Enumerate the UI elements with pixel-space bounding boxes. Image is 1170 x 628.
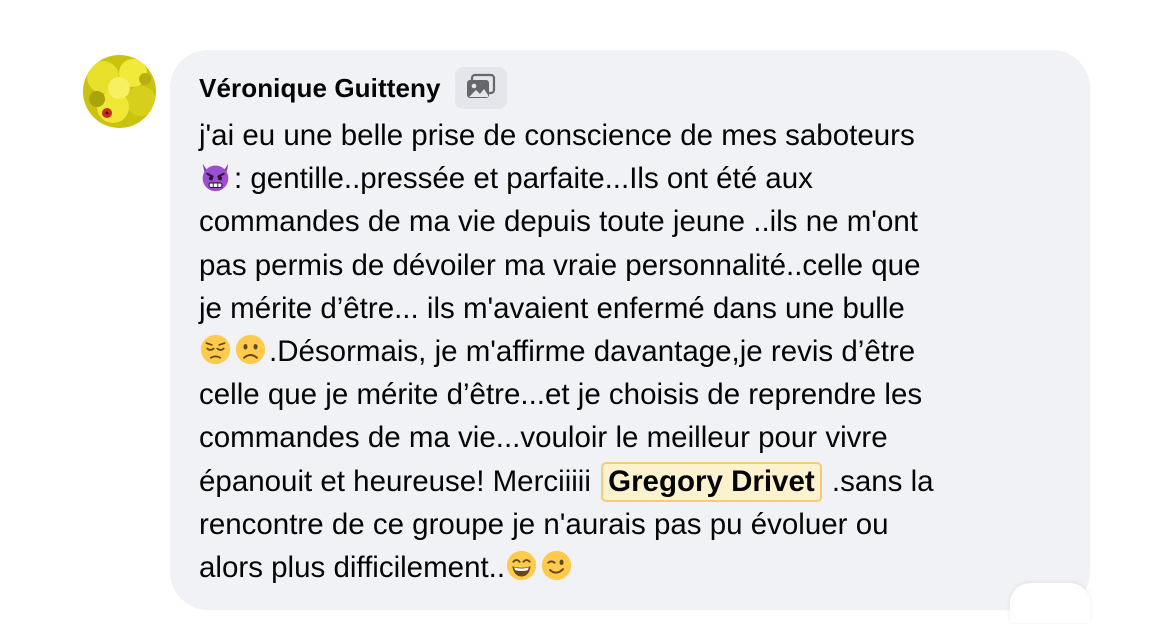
comment-line: celle que je mérite d’être...et je chois…	[199, 378, 923, 412]
comment-line: rencontre de ce groupe je n'aurais pas p…	[199, 507, 889, 541]
comment-line-text: alors plus difficilement..	[199, 550, 506, 584]
comment-body: j'ai eu une belle prise de conscience de…	[199, 114, 1079, 589]
comment-line-text: : gentille..pressée et parfaite...Ils on…	[234, 162, 813, 196]
reaction-summary-peek[interactable]	[1010, 583, 1090, 623]
comment-line: j'ai eu une belle prise de conscience de…	[199, 119, 915, 152]
comment-line-text: épanouit et heureuse! Merciiiii	[199, 464, 591, 498]
comment-line: épanouit et heureuse! Merciiiii Gregory …	[199, 460, 1079, 503]
comment-line: .Désormais, je m'affirme davantage,je re…	[199, 330, 1079, 373]
image-badge-glyph	[466, 73, 495, 98]
avatar-image	[83, 55, 156, 128]
winking-face-emoji	[541, 550, 572, 581]
image-badge-icon[interactable]	[454, 67, 507, 109]
author-avatar[interactable]	[83, 55, 156, 128]
comment-header: Véronique Guitteny	[199, 67, 507, 109]
comment-line: pas permis de dévoiler ma vraie personna…	[199, 248, 921, 282]
angry-devil-emoji	[202, 163, 229, 192]
grinning-face-emoji	[506, 550, 537, 581]
comment-line: je mérite d’être... ils m'avaient enferm…	[199, 291, 905, 325]
comment-line: commandes de ma vie depuis toute jeune .…	[199, 205, 918, 239]
comment-line: commandes de ma vie...vouloir le meilleu…	[199, 421, 888, 455]
comment-line: : gentille..pressée et parfaite...Ils on…	[199, 157, 1079, 200]
author-name[interactable]: Véronique Guitteny	[199, 73, 441, 104]
mention-link[interactable]: Gregory Drivet	[601, 461, 822, 502]
pensive-face-emoji	[200, 334, 231, 365]
comment-line: alors plus difficilement..	[199, 546, 1079, 589]
comment-line-text: .sans la	[831, 464, 934, 498]
frowning-face-emoji	[235, 334, 266, 365]
comment-line-text: .Désormais, je m'affirme davantage,je re…	[269, 334, 916, 368]
